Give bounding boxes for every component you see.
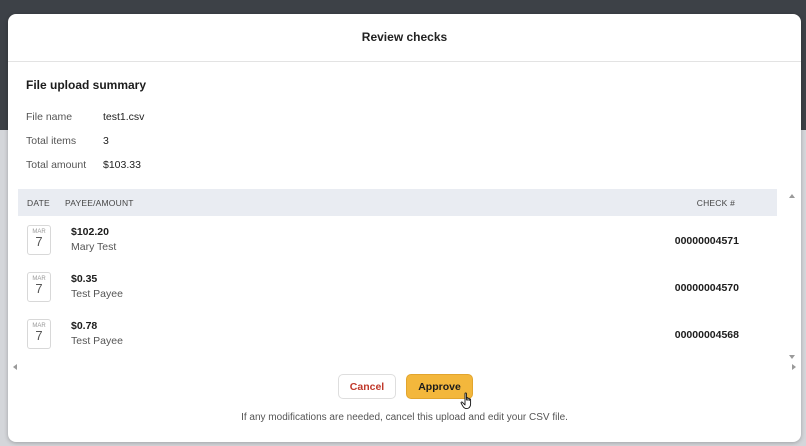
check-number: 00000004570 [674, 282, 739, 294]
table-row[interactable]: MAR 7 $0.78 Test Payee 00000004568 [18, 310, 777, 357]
scroll-down-icon[interactable] [789, 355, 795, 359]
summary-total-amount-row: Total amount $103.33 [26, 159, 141, 171]
file-name-label: File name [26, 111, 73, 123]
title-divider [8, 61, 801, 62]
column-header-payee-amount[interactable]: PAYEE/AMOUNT [65, 198, 134, 208]
check-number: 00000004568 [674, 329, 739, 341]
total-items-label: Total items [26, 135, 77, 147]
summary-total-items-row: Total items 3 [26, 135, 109, 147]
hand-pointer-icon [460, 392, 472, 410]
summary-file-name-row: File name test1.csv [26, 111, 144, 123]
check-amount: $0.35 [71, 273, 98, 285]
date-day: 7 [35, 281, 43, 296]
dialog-title: Review checks [361, 30, 448, 44]
check-amount: $0.78 [71, 320, 98, 332]
date-day: 7 [35, 328, 43, 343]
total-items-value: 3 [103, 135, 109, 147]
file-name-value: test1.csv [103, 111, 145, 123]
horizontal-scrollbar[interactable] [8, 360, 801, 374]
scroll-up-icon[interactable] [789, 194, 795, 198]
check-payee: Mary Test [71, 241, 117, 253]
date-badge: MAR 7 [27, 319, 51, 349]
table-row[interactable]: MAR 7 $0.35 Test Payee 00000004570 [18, 263, 777, 311]
total-amount-value: $103.33 [103, 159, 141, 171]
footer-note: If any modifications are needed, cancel … [241, 412, 568, 423]
date-badge: MAR 7 [27, 272, 51, 302]
table-row[interactable]: MAR 7 $102.20 Mary Test 00000004571 [18, 216, 777, 264]
checks-table-header: DATE PAYEE/AMOUNT CHECK # [18, 189, 777, 216]
check-number: 00000004571 [674, 235, 739, 247]
review-checks-dialog: Review checks File upload summary File n… [8, 14, 801, 442]
date-badge: MAR 7 [27, 225, 51, 255]
summary-heading: File upload summary [26, 78, 147, 92]
scroll-left-icon[interactable] [13, 364, 17, 370]
check-payee: Test Payee [71, 335, 123, 347]
check-amount: $102.20 [71, 226, 109, 238]
check-payee: Test Payee [71, 288, 123, 300]
column-header-check-number[interactable]: CHECK # [697, 198, 735, 208]
column-header-date[interactable]: DATE [27, 198, 50, 208]
total-amount-label: Total amount [26, 159, 87, 171]
date-day: 7 [35, 234, 43, 249]
cancel-button[interactable]: Cancel [338, 374, 396, 399]
vertical-scrollbar[interactable] [783, 189, 801, 364]
scroll-right-icon[interactable] [792, 364, 796, 370]
